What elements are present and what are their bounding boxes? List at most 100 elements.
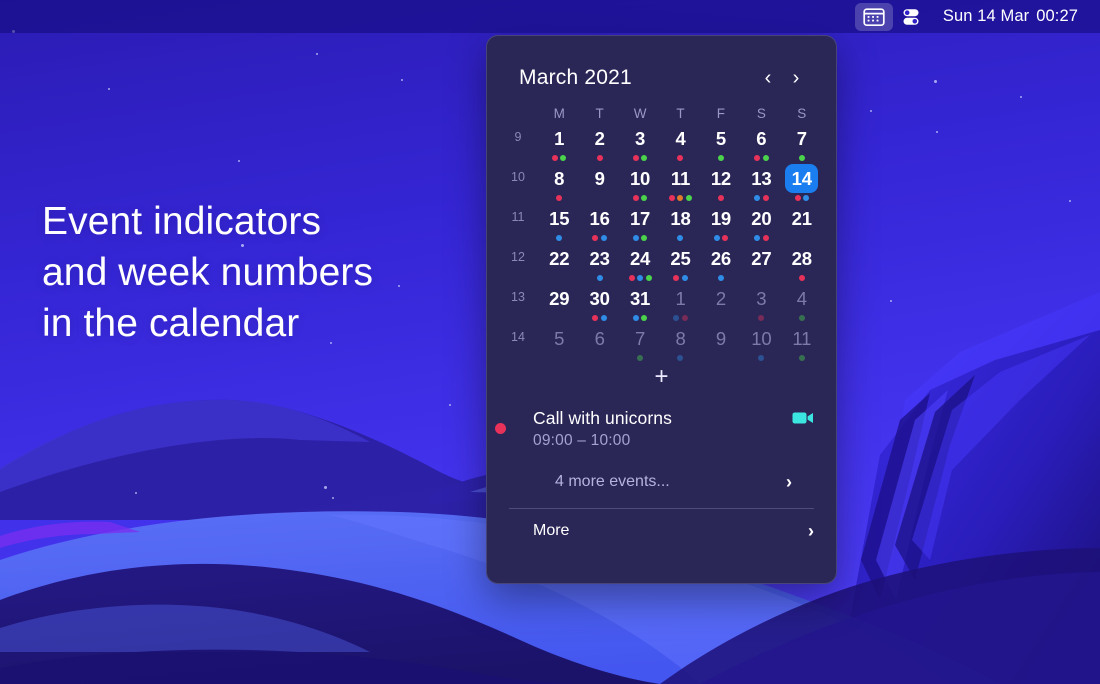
calendar-day[interactable]: 16 [579,203,619,243]
calendar-day[interactable]: 5 [701,123,741,163]
calendar-day[interactable]: 15 [539,203,579,243]
calendar-day[interactable]: 31 [620,283,660,323]
calendar-day[interactable]: 1 [539,123,579,163]
calendar-day[interactable]: 21 [782,203,822,243]
calendar-day[interactable]: 19 [701,203,741,243]
week-number[interactable]: 11 [497,203,539,224]
weekday-header-3: T [676,106,685,121]
calendar-day-today[interactable]: 14 [782,163,822,203]
calendar-day[interactable]: 5 [539,323,579,363]
calendar-day[interactable]: 7 [620,323,660,363]
event-indicator-dots [798,154,805,162]
week-number[interactable]: 10 [497,163,539,184]
calendar-day[interactable]: 24 [620,243,660,283]
calendar-day[interactable]: 3 [741,283,781,323]
calendar-day-number: 6 [756,127,767,149]
event-dot-blue [681,275,688,281]
event-dot-blue [717,275,724,281]
menubar-control-center-button[interactable] [893,3,929,31]
event-dot-blue [632,235,639,241]
event-dot-blue [713,235,720,241]
event-item[interactable]: Call with unicorns 09:00 – 10:00 [495,402,814,460]
event-dot-green [798,355,805,361]
calendar-day[interactable]: 20 [741,203,781,243]
star [934,80,937,83]
event-indicator-dots [632,154,648,162]
menubar-calendar-button[interactable] [854,2,893,31]
next-month-button[interactable]: › [782,64,810,92]
menubar-date: Sun 14 Mar [942,7,1030,25]
calendar-day[interactable]: 18 [660,203,700,243]
event-dot-green [762,155,769,161]
calendar-day[interactable]: 4 [660,123,700,163]
menubar-time: 00:27 [1036,7,1078,25]
event-dot-red [668,195,675,201]
week-number[interactable]: 9 [497,123,539,144]
event-color-dot [495,423,506,434]
event-dot-blue [754,235,761,241]
calendar-week-row: 13 29 30 31 1 2 3 4 [497,283,822,323]
page-title: Event indicators and week numbers in the… [42,196,373,349]
add-event-button[interactable]: + [649,364,675,390]
menubar-clock[interactable]: Sun 14 Mar 00:27 [929,7,1084,26]
calendar-day-number: 10 [629,167,651,189]
calendar-day[interactable]: 11 [782,323,822,363]
calendar-day-number: 17 [629,207,651,229]
calendar-day[interactable]: 29 [539,283,579,323]
calendar-day[interactable]: 28 [782,243,822,283]
calendar-day[interactable]: 27 [741,243,781,283]
event-indicator-dots [677,354,684,362]
join-video-call-button[interactable] [792,410,814,431]
event-dot-green [641,155,648,161]
event-dot-blue [677,355,684,361]
event-dot-red [556,195,563,201]
calendar-day[interactable]: 22 [539,243,579,283]
calendar-day[interactable]: 8 [660,323,700,363]
calendar-day[interactable]: 2 [579,123,619,163]
calendar-day[interactable]: 6 [579,323,619,363]
event-indicator-dots [717,154,724,162]
calendar-day-number: 1 [554,127,565,149]
calendar-day[interactable]: 25 [660,243,700,283]
calendar-day[interactable]: 30 [579,283,619,323]
calendar-day[interactable]: 13 [741,163,781,203]
week-number[interactable]: 13 [497,283,539,304]
event-dot-blue [632,315,639,321]
week-number[interactable]: 12 [497,243,539,264]
event-dot-red [758,315,765,321]
calendar-day-number: 7 [796,127,807,149]
calendar-day[interactable]: 23 [579,243,619,283]
calendar-day[interactable]: 4 [782,283,822,323]
event-dot-orange [677,195,684,201]
calendar-day[interactable]: 7 [782,123,822,163]
star [332,497,334,499]
event-dot-blue [758,355,765,361]
calendar-day[interactable]: 26 [701,243,741,283]
calendar-day[interactable]: 10 [620,163,660,203]
event-dot-green [717,155,724,161]
star [108,88,110,90]
more-events-link[interactable]: 4 more events... › [509,460,814,504]
more-link[interactable]: More › [487,509,836,553]
calendar-day-number: 7 [635,327,646,349]
week-number[interactable]: 14 [497,323,539,344]
calendar-day[interactable]: 1 [660,283,700,323]
calendar-day-number: 3 [756,287,767,309]
calendar-day[interactable]: 11 [660,163,700,203]
calendar-day-number: 28 [791,247,812,269]
calendar-day[interactable]: 17 [620,203,660,243]
calendar-day[interactable]: 2 [701,283,741,323]
calendar-weeks: 9 1 2 3 4 5 6 7 10 8 9 10 11 12 13 14 11 15 16 17 18 19 20 21 12… [497,123,822,363]
calendar-day[interactable]: 9 [579,163,619,203]
event-indicator-dots [754,154,769,162]
event-dot-green [641,195,648,201]
event-indicator-dots [677,234,684,242]
previous-month-button[interactable]: ‹ [754,64,782,92]
calendar-day[interactable]: 12 [701,163,741,203]
headline-line-2: and week numbers [42,251,374,294]
calendar-day[interactable]: 6 [741,123,781,163]
calendar-day[interactable]: 3 [620,123,660,163]
calendar-day[interactable]: 8 [539,163,579,203]
calendar-day[interactable]: 10 [741,323,781,363]
calendar-day[interactable]: 9 [701,323,741,363]
